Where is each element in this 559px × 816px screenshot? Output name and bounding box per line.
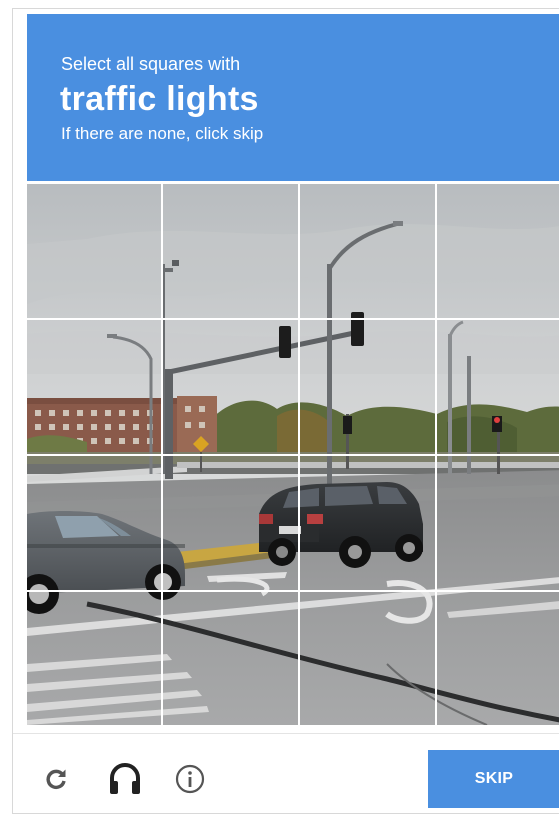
instruction-text: Select all squares with — [61, 54, 241, 74]
image-tile-r2-c1[interactable] — [27, 319, 162, 455]
image-tile-r3-c1[interactable] — [27, 455, 162, 591]
image-grid — [27, 184, 559, 725]
skip-button[interactable]: SKIP — [428, 750, 559, 808]
image-tile-r4-c3[interactable] — [299, 591, 436, 725]
reload-icon[interactable] — [41, 764, 71, 794]
image-tile-r1-c2[interactable] — [162, 184, 299, 319]
image-tile-r3-c2[interactable] — [162, 455, 299, 591]
challenge-header: Select all squares with traffic lights I… — [27, 14, 559, 181]
image-tile-r4-c1[interactable] — [27, 591, 162, 725]
image-tile-r3-c4[interactable] — [436, 455, 559, 591]
footer-divider — [13, 733, 559, 734]
skip-hint-text: If there are none, click skip — [61, 124, 264, 143]
image-tile-r2-c3[interactable] — [299, 319, 436, 455]
image-tile-r1-c1[interactable] — [27, 184, 162, 319]
image-tile-r1-c4[interactable] — [436, 184, 559, 319]
image-tile-r4-c4[interactable] — [436, 591, 559, 725]
image-tile-r2-c2[interactable] — [162, 319, 299, 455]
image-tile-r2-c4[interactable] — [436, 319, 559, 455]
image-tile-r1-c3[interactable] — [299, 184, 436, 319]
image-tile-r4-c2[interactable] — [162, 591, 299, 725]
headphones-icon[interactable] — [105, 759, 145, 799]
image-tile-r3-c3[interactable] — [299, 455, 436, 591]
info-icon[interactable] — [173, 762, 207, 796]
captcha-frame: Select all squares with traffic lights I… — [12, 8, 559, 814]
target-object-text: traffic lights — [60, 80, 259, 118]
